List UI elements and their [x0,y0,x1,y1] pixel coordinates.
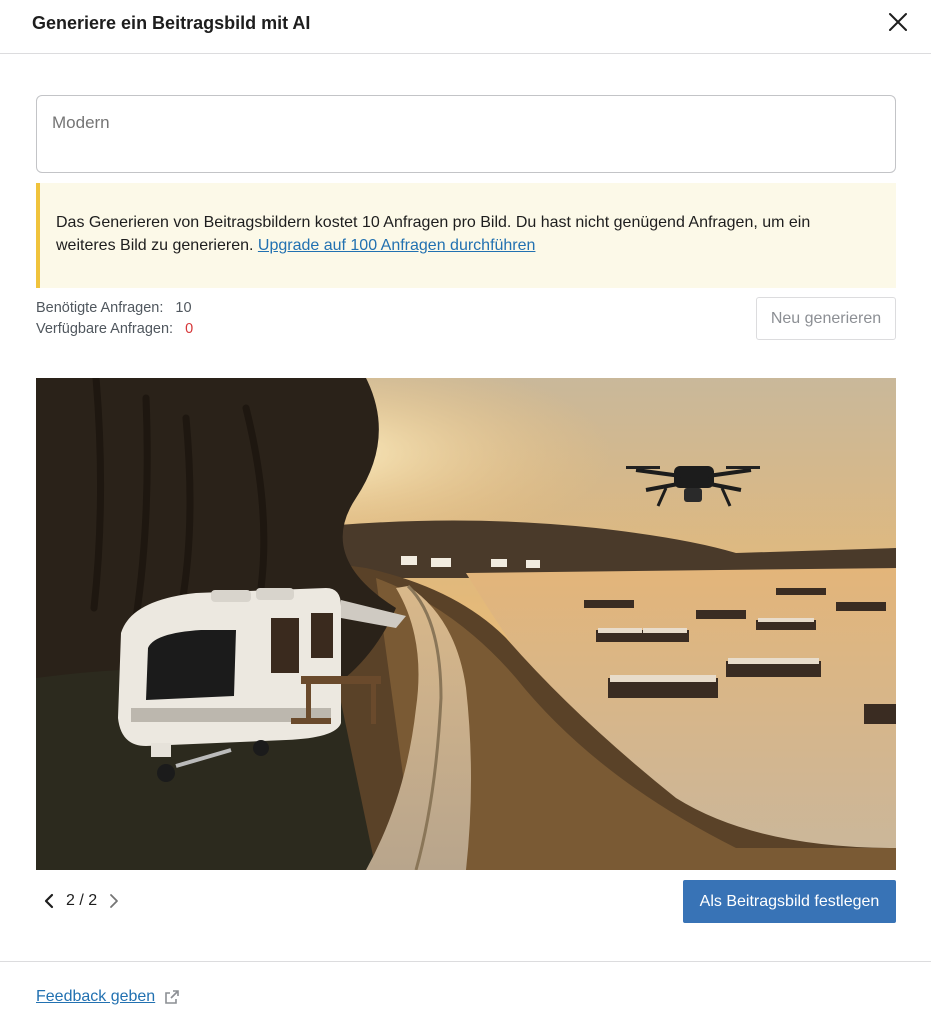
dialog-footer: Feedback geben [0,961,931,1024]
available-requests-value: 0 [185,321,194,337]
regenerate-button[interactable]: Neu generieren [756,297,896,340]
prompt-input[interactable]: Modern [36,95,896,173]
image-pager: 2 / 2 [40,888,123,914]
set-featured-image-button[interactable]: Als Beitragsbild festlegen [683,880,896,923]
close-button[interactable] [884,8,912,36]
dialog-header: Generiere ein Beitragsbild mit AI [0,0,931,54]
required-requests-value: 10 [175,300,192,316]
page-indicator: 2 / 2 [66,892,98,909]
required-requests-label: Benötigte Anfragen: [36,300,164,316]
request-stats: Benötigte Anfragen: 10 Verfügbare Anfrag… [36,298,193,340]
insufficient-requests-notice: Das Generieren von Beitragsbildern koste… [36,183,896,288]
chevron-left-icon [44,893,54,909]
dialog-title: Generiere ein Beitragsbild mit AI [32,13,311,33]
feedback-link[interactable]: Feedback geben [36,988,180,1006]
upgrade-link[interactable]: Upgrade auf 100 Anfragen durchführen [258,237,536,254]
previous-image-button[interactable] [40,888,58,914]
feedback-label: Feedback geben [36,988,156,1005]
close-icon [889,13,907,31]
available-requests-label: Verfügbare Anfragen: [36,321,174,337]
generated-image [36,378,896,870]
next-image-button[interactable] [105,888,123,914]
chevron-right-icon [110,894,119,908]
external-link-icon [164,989,180,1005]
